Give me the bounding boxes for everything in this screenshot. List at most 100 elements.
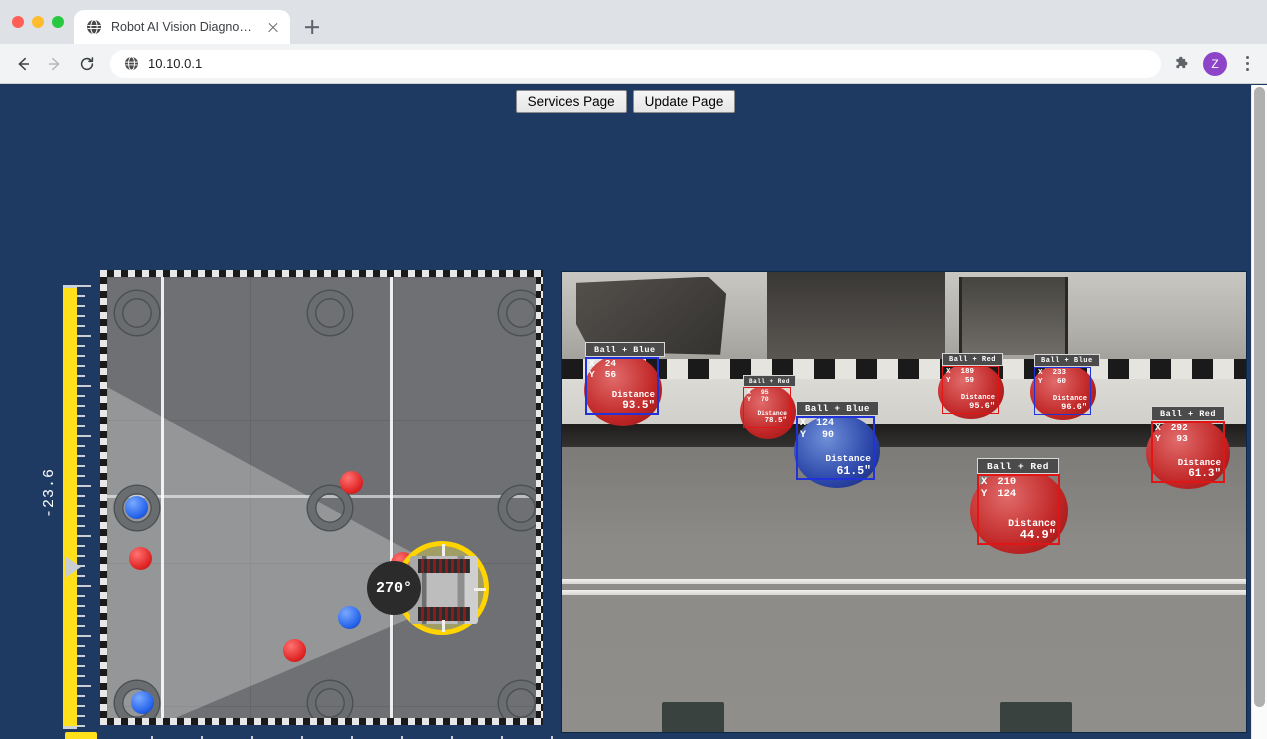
vertical-ruler[interactable] — [63, 285, 77, 729]
detection-x-label: X — [981, 476, 988, 488]
detection-label: Ball + Blue — [585, 342, 665, 357]
detection-distance-value: 95.6" — [969, 401, 995, 412]
detection-x-label: X — [946, 368, 951, 376]
detection-coordinates: X 124 Y 90 — [800, 418, 840, 441]
scrollbar-thumb[interactable] — [1254, 87, 1265, 707]
new-tab-button[interactable] — [298, 13, 326, 41]
detection-distance: Distance 95.6" — [961, 394, 995, 412]
detection-y-label: Y — [946, 376, 951, 385]
field-ball-red-3 — [129, 547, 152, 570]
detection-label: Ball + Blue — [796, 401, 879, 416]
detection-x-label: X — [747, 389, 751, 396]
detection-1[interactable]: Ball + Blue X 24 Y 56 Distance 93.5" — [585, 342, 665, 415]
address-bar[interactable]: 10.10.0.1 — [110, 49, 1161, 78]
detection-y-label: Y — [800, 429, 807, 441]
tab-strip: Robot AI Vision Diagnostic — [0, 0, 1267, 44]
camera-feed-panel[interactable]: Ball + Blue X 24 Y 56 Distance 93.5" Ball + Red… — [561, 271, 1247, 733]
detection-distance-label: Distance — [1177, 457, 1221, 469]
page-scrollbar[interactable] — [1251, 85, 1267, 739]
detection-distance-value: 78.5" — [764, 417, 787, 426]
detection-y-value: 56 — [604, 368, 617, 380]
detection-2[interactable]: Ball + Red X 95 Y 70 Distance 78.5" — [743, 375, 797, 428]
close-window-button[interactable] — [12, 16, 24, 28]
detection-5[interactable]: Ball + Blue X 233 Y 60 Distance 96.6" — [1034, 354, 1100, 415]
detection-distance-value: 93.5" — [622, 400, 655, 413]
robot-tick-top — [442, 544, 445, 556]
robot-tick-bottom — [442, 620, 445, 632]
detection-coordinates: X 24 Y 56 — [589, 358, 622, 381]
profile-avatar[interactable]: Z — [1203, 51, 1227, 76]
field-ball-red-6 — [283, 639, 306, 662]
robot-heading-badge: 270° — [367, 561, 421, 615]
detection-y-label: Y — [1155, 432, 1161, 444]
detection-distance-label: Distance — [825, 452, 871, 464]
field-goal-1 — [115, 291, 159, 335]
detection-x-label: X — [1038, 369, 1043, 377]
field-goal-6 — [499, 486, 536, 530]
detection-y-label: Y — [1038, 377, 1043, 386]
detection-distance-label: Distance — [611, 389, 655, 401]
detection-distance-value: 44.9" — [1019, 528, 1056, 543]
detection-x-value: 124 — [816, 418, 835, 429]
detection-distance: Distance 44.9" — [1008, 518, 1056, 543]
detection-distance: Distance 61.3" — [1177, 457, 1221, 481]
field-goal-2 — [308, 291, 352, 335]
minimize-window-button[interactable] — [32, 16, 44, 28]
puzzle-piece-icon[interactable] — [1169, 51, 1195, 77]
vertical-position-readout: -23.6 — [41, 467, 58, 518]
detection-6[interactable]: Ball + Red X 210 Y 124 Distance 44.9" — [977, 458, 1060, 545]
detection-y-label: Y — [747, 396, 751, 404]
field-ball-red-2 — [340, 471, 363, 494]
detection-x-value: 233 — [1052, 369, 1067, 377]
close-icon[interactable] — [264, 18, 282, 36]
detection-label: Ball + Blue — [1034, 354, 1100, 367]
detection-3[interactable]: Ball + Blue X 124 Y 90 Distance 61.5" — [796, 401, 879, 480]
detection-label: Ball + Red — [942, 353, 1004, 366]
detection-label: Ball + Red — [977, 458, 1060, 474]
field-goal-9 — [499, 681, 536, 718]
detection-distance-value: 61.3" — [1188, 468, 1221, 481]
detection-coordinates: X 210 Y 124 — [981, 476, 1022, 500]
detection-x-value: 189 — [960, 368, 975, 376]
field-map[interactable]: 270° — [100, 270, 543, 725]
globe-icon — [124, 56, 139, 71]
diagnostic-stage: -23.6 270° Ball + Blue X 24 Y 56 Distanc… — [0, 85, 1251, 739]
scene-floor-line-2 — [562, 590, 1246, 595]
detection-label: Ball + Red — [743, 375, 797, 387]
detection-x-label: X — [800, 418, 807, 429]
reload-icon[interactable] — [72, 49, 102, 79]
scene-object-right — [1000, 702, 1072, 732]
detection-label: Ball + Red — [1151, 406, 1226, 421]
field-ball-blue-7 — [131, 691, 154, 714]
window-controls — [10, 0, 74, 44]
detection-4[interactable]: Ball + Red X 189 Y 59 Distance 95.6" — [942, 353, 1004, 414]
detection-distance-label: Distance — [757, 410, 787, 418]
detection-coordinates: X 189 Y 59 — [946, 368, 980, 385]
scene-checker-strip — [562, 359, 1246, 379]
kebab-menu-icon[interactable] — [1235, 51, 1259, 77]
detection-7[interactable]: Ball + Red X 292 Y 93 Distance 61.3" — [1151, 406, 1226, 483]
detection-coordinates: X 233 Y 60 — [1038, 369, 1072, 386]
back-arrow-icon[interactable] — [8, 49, 38, 79]
detection-distance: Distance 93.5" — [611, 389, 655, 413]
scene-floor-line-1 — [562, 579, 1246, 584]
detection-y-label: Y — [589, 368, 595, 380]
forward-arrow-icon[interactable] — [40, 49, 70, 79]
page-viewport: Services Page Update Page -23.6 270° Bal… — [0, 85, 1267, 739]
browser-tab[interactable]: Robot AI Vision Diagnostic — [74, 10, 290, 44]
vertical-ruler-ticks — [77, 285, 93, 729]
detection-coordinates: X 292 Y 93 — [1155, 422, 1194, 445]
tab-title: Robot AI Vision Diagnostic — [111, 20, 255, 34]
detection-y-value: 70 — [760, 396, 769, 404]
scene-doorway-right — [958, 276, 1069, 355]
browser-window: Robot AI Vision Diagnostic 10.10.0.1 Z S… — [0, 0, 1267, 739]
field-goal-8 — [308, 681, 352, 718]
detection-y-value: 59 — [965, 376, 975, 385]
field-ball-blue-1 — [125, 496, 148, 519]
field-ball-blue-5 — [338, 606, 361, 629]
robot-tick-right — [474, 588, 486, 591]
vertical-position-pointer[interactable] — [65, 556, 81, 578]
maximize-window-button[interactable] — [52, 16, 64, 28]
detection-distance: Distance 61.5" — [825, 452, 871, 478]
scene-doorway — [767, 272, 946, 360]
